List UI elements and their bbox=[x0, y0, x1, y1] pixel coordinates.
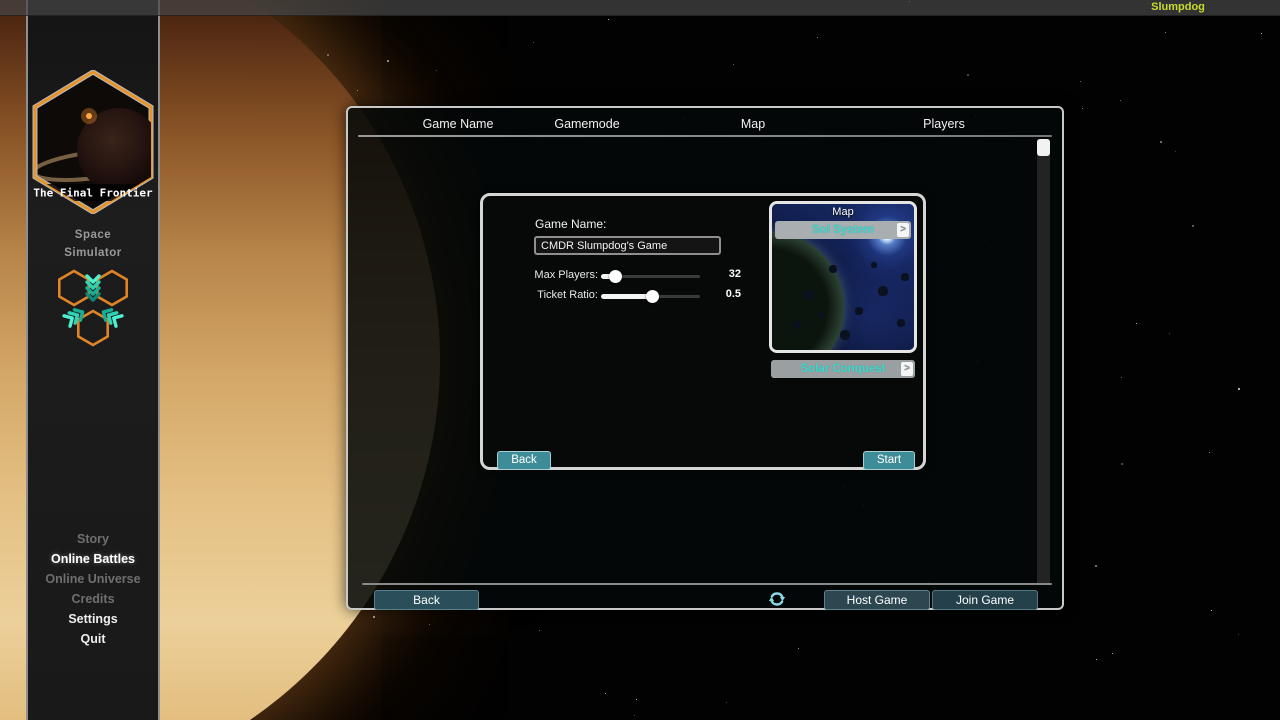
ticket-ratio-label: Ticket Ratio: bbox=[483, 289, 598, 301]
game-logo: The Final Frontier The Final Frontier bbox=[31, 70, 155, 214]
gamemode-next-arrow-icon[interactable]: > bbox=[901, 362, 913, 376]
map-preview-panel: Map Sol System > bbox=[769, 201, 917, 353]
player-name-label: Slumpdog bbox=[1118, 1, 1238, 13]
game-name-label: Game Name: bbox=[535, 217, 606, 231]
sidebar-item-credits[interactable]: Credits bbox=[28, 589, 158, 609]
server-browser-window: Game Name Gamemode Map Players Back Host Ga… bbox=[346, 106, 1064, 610]
gamemode-select[interactable]: Solar Conquest > bbox=[771, 360, 915, 378]
footer-divider bbox=[362, 583, 1052, 585]
sidebar-menu: StoryOnline BattlesOnline UniverseCredit… bbox=[28, 529, 158, 649]
header-divider bbox=[358, 135, 1052, 137]
sidebar-item-online-battles[interactable]: Online Battles bbox=[28, 549, 158, 569]
host-game-button[interactable]: Host Game bbox=[824, 590, 930, 610]
max-players-label: Max Players: bbox=[483, 269, 598, 281]
host-game-dialog: Game Name: Max Players: 32 Ticket Ratio: 0.… bbox=[480, 193, 926, 470]
refresh-icon[interactable] bbox=[766, 588, 788, 610]
column-header-map: Map bbox=[741, 117, 765, 131]
browser-back-button[interactable]: Back bbox=[374, 590, 479, 610]
sidebar-item-settings[interactable]: Settings bbox=[28, 609, 158, 629]
ticket-ratio-slider-handle[interactable] bbox=[646, 290, 659, 303]
join-game-button[interactable]: Join Game bbox=[932, 590, 1038, 610]
top-bar: Slumpdog bbox=[0, 0, 1280, 16]
max-players-slider[interactable] bbox=[601, 275, 700, 278]
sidebar: The Final Frontier The Final Frontier Sp… bbox=[26, 0, 160, 720]
ticket-ratio-slider[interactable] bbox=[601, 295, 700, 298]
ticket-ratio-value: 0.5 bbox=[701, 288, 741, 300]
tagline-line1: Space bbox=[28, 226, 158, 244]
game-name-input[interactable] bbox=[534, 236, 721, 255]
sidebar-item-quit[interactable]: Quit bbox=[28, 629, 158, 649]
column-header-gamemode: Gamemode bbox=[554, 117, 619, 131]
logo-title-text: The Final Frontier bbox=[33, 187, 153, 200]
scrollbar-track[interactable] bbox=[1037, 139, 1050, 585]
map-select[interactable]: Sol System > bbox=[775, 221, 911, 239]
column-header-game-name: Game Name bbox=[423, 117, 494, 131]
scrollbar-thumb[interactable] bbox=[1037, 139, 1050, 156]
tagline-line2: Simulator bbox=[28, 244, 158, 262]
map-panel-title: Map bbox=[772, 206, 914, 218]
map-next-arrow-icon[interactable]: > bbox=[897, 223, 909, 237]
dialog-start-button[interactable]: Start bbox=[863, 451, 915, 470]
map-select-value: Sol System bbox=[812, 224, 874, 236]
max-players-slider-handle[interactable] bbox=[609, 270, 622, 283]
preview-planet bbox=[769, 232, 844, 353]
gamemode-select-value: Solar Conquest bbox=[801, 363, 886, 375]
column-header-players: Players bbox=[923, 117, 965, 131]
tagline: Space Simulator bbox=[28, 226, 158, 262]
dialog-back-button[interactable]: Back bbox=[497, 451, 551, 470]
sidebar-item-online-universe[interactable]: Online Universe bbox=[28, 569, 158, 589]
game-screen: Slumpdog The Final bbox=[0, 0, 1280, 720]
hexagon-emblem-icon bbox=[53, 262, 133, 354]
max-players-value: 32 bbox=[701, 268, 741, 280]
sidebar-item-story[interactable]: Story bbox=[28, 529, 158, 549]
ticket-ratio-slider-fill bbox=[601, 294, 652, 299]
